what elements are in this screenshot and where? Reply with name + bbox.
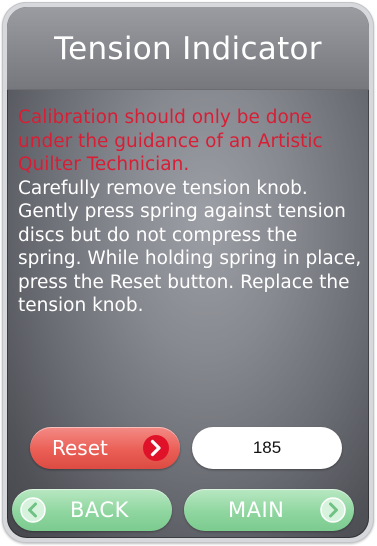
main-button-label: MAIN — [228, 498, 285, 522]
reset-button-label: Reset — [52, 436, 108, 460]
back-button-label: BACK — [70, 498, 129, 522]
reset-button[interactable]: Reset — [30, 427, 180, 469]
page-title: Tension Indicator — [54, 31, 322, 67]
instructions-text: Carefully remove tension knob. Gently pr… — [18, 177, 362, 317]
chevron-right-circle-icon — [143, 435, 169, 461]
chevron-left-circle-icon — [20, 497, 46, 523]
back-button[interactable]: BACK — [12, 489, 172, 531]
main-button[interactable]: MAIN — [184, 489, 354, 531]
instructions-panel: Calibration should only be done under th… — [18, 106, 363, 318]
chevron-right-circle-icon — [320, 497, 346, 523]
warning-text: Calibration should only be done under th… — [18, 107, 323, 175]
title-bar: Tension Indicator — [7, 7, 369, 90]
tension-value-display: 185 — [192, 427, 342, 469]
